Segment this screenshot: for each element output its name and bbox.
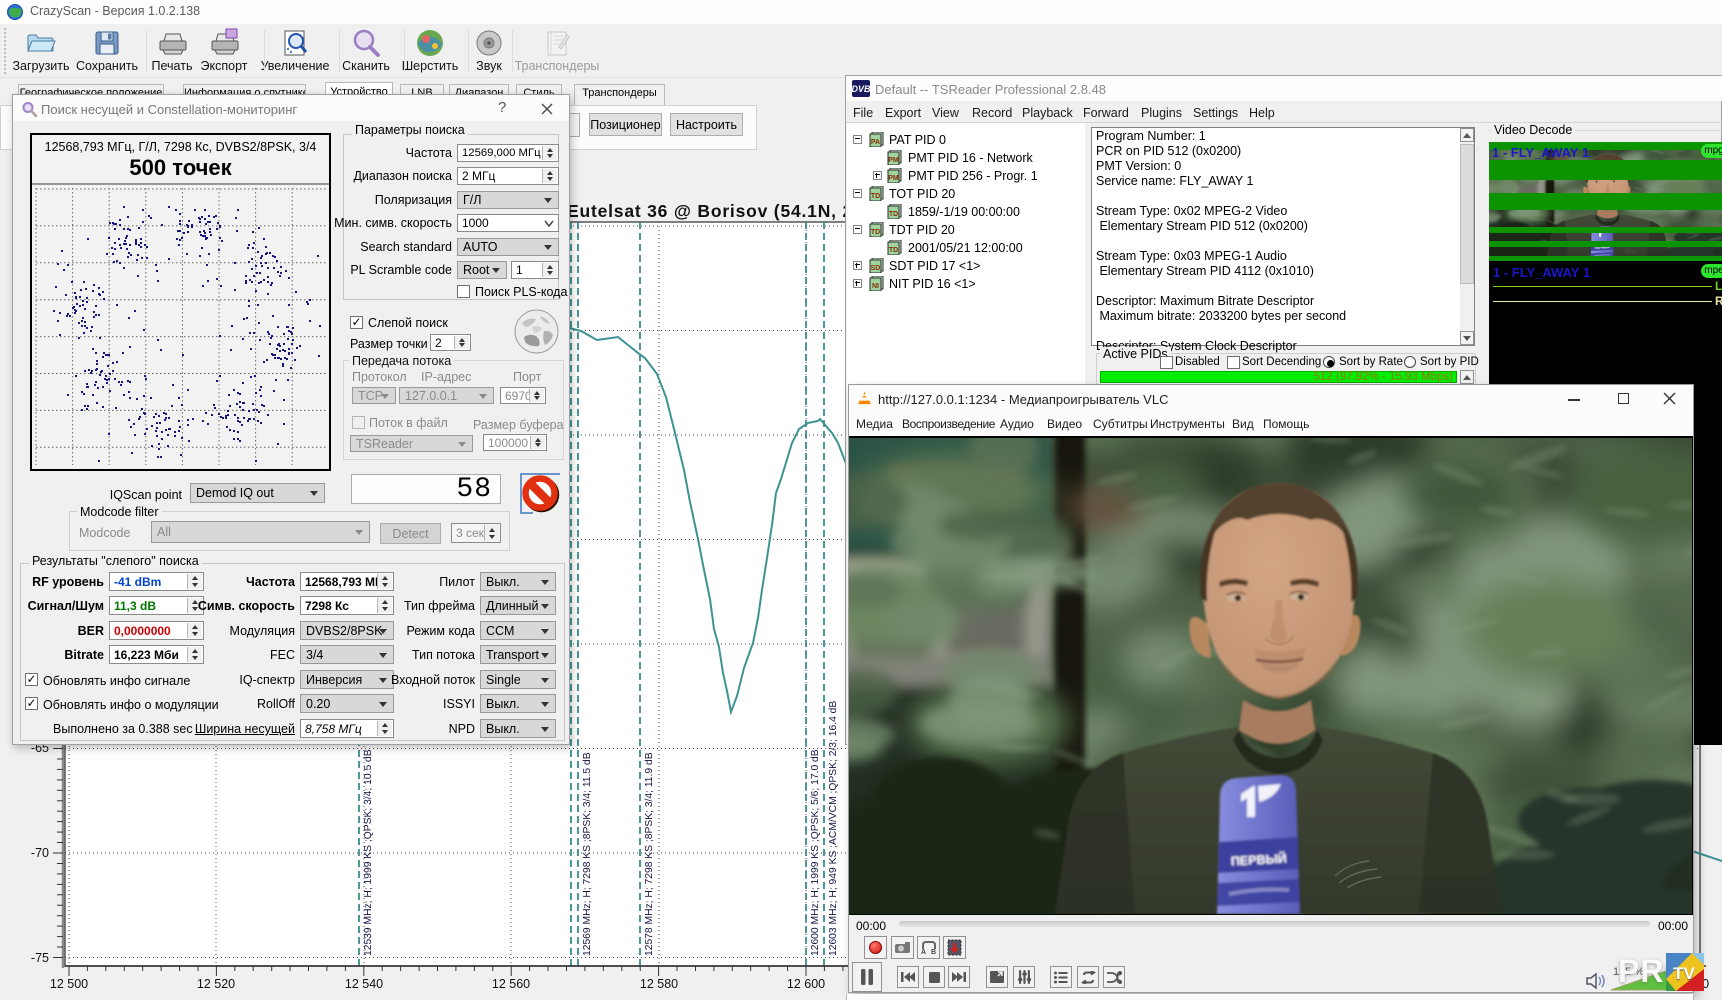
svg-text:12 580: 12 580 [640, 977, 678, 991]
svg-text:12 600: 12 600 [787, 977, 825, 991]
svg-text:TD: TD [871, 229, 880, 236]
svg-text:SD: SD [871, 265, 881, 272]
svg-text:PM: PM [888, 157, 899, 164]
svg-text:12600 MHz; H; 1999 KS ;QPSK; 5: 12600 MHz; H; 1999 KS ;QPSK; 5/6; 17.0 d… [810, 749, 821, 956]
svg-text:NI: NI [872, 283, 879, 290]
svg-text:-70: -70 [31, 846, 49, 860]
svg-text:TD: TD [871, 193, 880, 200]
svg-text:TD: TD [889, 211, 898, 218]
svg-text:B: B [931, 949, 936, 955]
svg-text:-75: -75 [31, 951, 49, 965]
svg-text:12 500: 12 500 [50, 977, 88, 991]
svg-text:12 560: 12 560 [492, 977, 530, 991]
svg-text:12 540: 12 540 [345, 977, 383, 991]
svg-text:12 520: 12 520 [197, 977, 235, 991]
svg-text:12578 MHz; H; 7298 KS ;8PSK; 3: 12578 MHz; H; 7298 KS ;8PSK; 3/4; 11.9 d… [644, 752, 655, 956]
svg-text:A: A [921, 949, 926, 955]
svg-text:DVB: DVB [852, 84, 870, 94]
svg-text:PA: PA [871, 139, 880, 146]
svg-text:12539 MHz; H; 1999 KS ;QPSK; 3: 12539 MHz; H; 1999 KS ;QPSK; 3/4; 10.5 d… [363, 749, 374, 956]
svg-text:TV: TV [1673, 964, 1695, 983]
svg-text:12569 MHz; H; 7298 KS ;8PSK; 3: 12569 MHz; H; 7298 KS ;8PSK; 3/4; 11.5 d… [582, 752, 593, 956]
svg-text:TD: TD [889, 247, 898, 254]
svg-text:PM: PM [888, 175, 899, 182]
svg-text:12603 MHz; H; 949 KS ;ACM/VCM: 12603 MHz; H; 949 KS ;ACM/VCM ;QPSK; 2/3… [828, 701, 839, 956]
